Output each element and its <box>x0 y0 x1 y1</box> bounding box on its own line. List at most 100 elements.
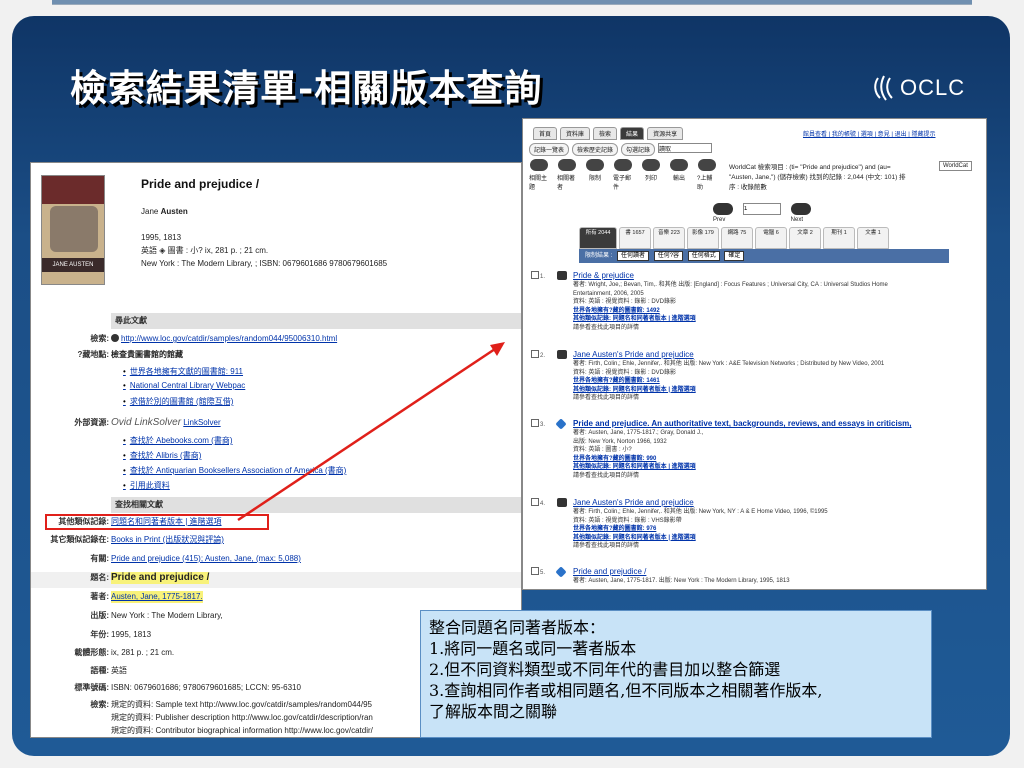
main-tabs: 首頁 資料庫 檢索 結果 資源共享 <box>533 127 684 140</box>
limit-content-select[interactable]: 任何?容 <box>653 251 684 261</box>
result-holdings-link[interactable]: 世界各地擁有?藏的圖書館: 1461 <box>573 377 978 386</box>
ext-item-3[interactable]: 查找於 Antiquarian Booksellers Association … <box>123 465 347 476</box>
ext-item-2[interactable]: 查找於 Alibris (書商) <box>123 450 202 461</box>
search2-item-3[interactable]: 規定的資料: Contributor biographical informat… <box>111 725 373 737</box>
fmt-tab-document[interactable]: 文書 1 <box>857 227 889 249</box>
title-value: Pride and prejudice / <box>111 572 210 584</box>
fmt-tab-computer[interactable]: 電腦 6 <box>755 227 787 249</box>
book-title: Pride and prejudice / <box>141 177 260 191</box>
tool-email[interactable]: 電子郵件 <box>613 159 633 191</box>
result-line: 著者: Firth, Colin,; Ehle, Jennifer,. 和其他 … <box>573 361 885 367</box>
limit-format-select[interactable]: 任何格式 <box>687 251 720 261</box>
result-title[interactable]: Jane Austen's Pride and prejudice <box>573 350 694 359</box>
callout-line-1: 整合同題名同著者版本： <box>429 618 606 637</box>
tool-related-subject[interactable]: 相關主題 <box>529 159 549 191</box>
page-input[interactable] <box>743 203 781 215</box>
linksolver-link[interactable]: LinkSolver <box>183 418 220 427</box>
fmt-tab-book[interactable]: 書 1657 <box>619 227 651 249</box>
next-arrow-icon[interactable] <box>791 203 811 215</box>
result-checkbox[interactable]: 4. <box>531 498 545 507</box>
fmt-tab-article[interactable]: 文章 2 <box>789 227 821 249</box>
fmt-tab-all[interactable]: 所有 2044 <box>579 227 617 249</box>
result-line: 資料: 英語 : 圖書 : 小? <box>573 447 632 453</box>
result-holdings-link[interactable]: 世界各地擁有?藏的圖書館: 1492 <box>573 307 978 316</box>
limit-audience-select[interactable]: 任何讀者 <box>617 251 650 261</box>
label-year: 年份: <box>90 630 109 639</box>
result-other-records-link[interactable]: 其他類似記錄: 同題名和同著者版本 | 進階選項 <box>573 463 978 472</box>
result-more-link[interactable]: 請參看查找此項目的詳情 <box>573 472 978 481</box>
result-line: 著者: Austen, Jane, 1775-1817. 出版: New Yor… <box>573 578 790 584</box>
next-label[interactable]: Next <box>791 217 803 223</box>
year-value: 1995, 1813 <box>111 630 152 639</box>
result-more-link[interactable]: 請參看查找此項目的詳情 <box>573 542 978 551</box>
where-item-2[interactable]: National Central Library Webpac <box>123 381 245 390</box>
prev-arrow-icon[interactable] <box>713 203 733 215</box>
tab-search[interactable]: 檢索 <box>593 127 618 140</box>
result-checkbox[interactable]: 5. <box>531 567 545 576</box>
tool-limit[interactable]: 限制 <box>585 159 605 191</box>
tab-databases[interactable]: 資料庫 <box>560 127 591 140</box>
tool-label: 電子郵件 <box>613 176 632 191</box>
book-format-icon <box>555 566 567 578</box>
fmt-tab-video[interactable]: 影像 179 <box>687 227 719 249</box>
search-link[interactable]: http://www.loc.gov/catdir/samples/random… <box>121 334 337 343</box>
result-checkbox[interactable]: 1. <box>531 271 545 280</box>
where-item-3[interactable]: 求借於別的圖書館 (館際互借) <box>123 396 234 407</box>
result-line: 出版: New York, Norton 1966, 1932 <box>573 438 667 445</box>
tool-label: 輸出 <box>672 176 685 182</box>
book-meta: 1995, 1813 英語 ◈ 圖書 : 小? ix, 281 p. ; 21 … <box>141 231 387 270</box>
top-links[interactable]: 館員查看 | 我的帳號 | 選項 | 意見 | 退出 | 隱藏提示 <box>803 129 935 138</box>
fmt-tab-web[interactable]: 網路 75 <box>721 227 753 249</box>
ext-item-4[interactable]: 引用此資料 <box>123 480 170 491</box>
result-more-link[interactable]: 請參看查找此項目的詳情 <box>573 324 978 333</box>
subtab-marked[interactable]: 勾選記錄 <box>621 143 656 156</box>
prev-label[interactable]: Prev <box>713 217 725 223</box>
result-title[interactable]: Pride and prejudice / <box>573 567 646 576</box>
result-holdings-link[interactable]: 世界各地擁有?藏的圖書館: 976 <box>573 525 978 534</box>
ext-item-1[interactable]: 查找於 Abebooks.com (書商) <box>123 435 233 446</box>
result-other-records-link[interactable]: 其他類似記錄: 同題名和同著者版本 | 進階選項 <box>573 315 978 324</box>
tool-related-author[interactable]: 相關著者 <box>557 159 577 191</box>
search2-item-1[interactable]: 規定的資料: Sample text http://www.loc.gov/ca… <box>111 699 372 711</box>
result-checkbox[interactable]: 3. <box>531 419 545 428</box>
subtab-records[interactable]: 記錄一覽表 <box>529 143 570 156</box>
tab-home[interactable]: 首頁 <box>533 127 558 140</box>
result-line: 著者: Wright, Joe,; Bevan, Tim,. 和其他 出版: [… <box>573 282 888 288</box>
tool-print[interactable]: 列印 <box>641 159 661 191</box>
result-title[interactable]: Pride & prejudice <box>573 271 634 280</box>
result-other-records-link[interactable]: 其他類似記錄: 同題名和同著者版本 | 進階選項 <box>573 534 978 543</box>
result-holdings-link[interactable]: 世界各地擁有?藏的圖書館: 990 <box>573 455 978 464</box>
label-publish: 出版: <box>90 611 109 620</box>
result-title[interactable]: Jane Austen's Pride and prejudice <box>573 498 694 507</box>
limit-go-button[interactable]: 確定 <box>724 251 745 261</box>
result-line: 著者: Firth, Colin,; Ehle, Jennifer,. 和其他 … <box>573 509 828 515</box>
tool-export[interactable]: 輸出 <box>669 159 689 191</box>
tool-label: 相關主題 <box>529 176 548 191</box>
result-more-link[interactable]: 請參看查找此項目的詳情 <box>573 394 978 403</box>
subtab-history[interactable]: 檢索歷史記錄 <box>572 143 619 156</box>
results-panel: 首頁 資料庫 檢索 結果 資源共享 館員查看 | 我的帳號 | 選項 | 意見 … <box>522 118 987 590</box>
result-details: 著者: Austen, Jane, 1775-1817. 出版: New Yor… <box>573 577 978 586</box>
tool-label: 列印 <box>644 176 657 182</box>
tab-results[interactable]: 結果 <box>620 127 645 140</box>
tab-sharing[interactable]: 資源共享 <box>647 127 684 140</box>
search2-item-2[interactable]: 規定的資料: Publisher description http://www.… <box>111 712 373 724</box>
book-pub: New York : The Modern Library, ; ISBN: 0… <box>141 259 388 268</box>
label-title: 題名: <box>90 573 109 582</box>
books-in-print-link[interactable]: Books in Print (出版狀況與評論) <box>111 534 224 546</box>
publish-value: New York : The Modern Library, <box>111 611 223 620</box>
result-checkbox[interactable]: 2. <box>531 350 545 359</box>
where-item-1[interactable]: 世界各地擁有文獻的圖書館: 911 <box>123 366 243 377</box>
has-value[interactable]: Pride and prejudice (415); Austen, Jane,… <box>111 553 301 565</box>
where-head: 檢查貴圖書館的館藏 <box>111 350 183 359</box>
result-line: 資料: 英語 : 視覺資料 : 錄影 : DVD錄影 <box>573 369 677 376</box>
callout-line-4: 3.查詢相同作者或相同題名,但不同版本之相關著作版本, <box>429 681 823 700</box>
tool-help[interactable]: ?上輔助 <box>697 159 717 191</box>
author-value[interactable]: Austen, Jane, 1775-1817. <box>111 591 203 603</box>
fmt-tab-journal[interactable]: 期刊 1 <box>823 227 855 249</box>
result-other-records-link[interactable]: 其他類似記錄: 同題名和同著者版本 | 進階選項 <box>573 386 978 395</box>
result-title[interactable]: Pride and prejudice. An authoritative te… <box>573 419 911 428</box>
fmt-tab-music[interactable]: 音樂 223 <box>653 227 685 249</box>
label-search: 檢索: <box>90 334 109 343</box>
subtab-select[interactable]: 讀取 <box>658 143 713 153</box>
